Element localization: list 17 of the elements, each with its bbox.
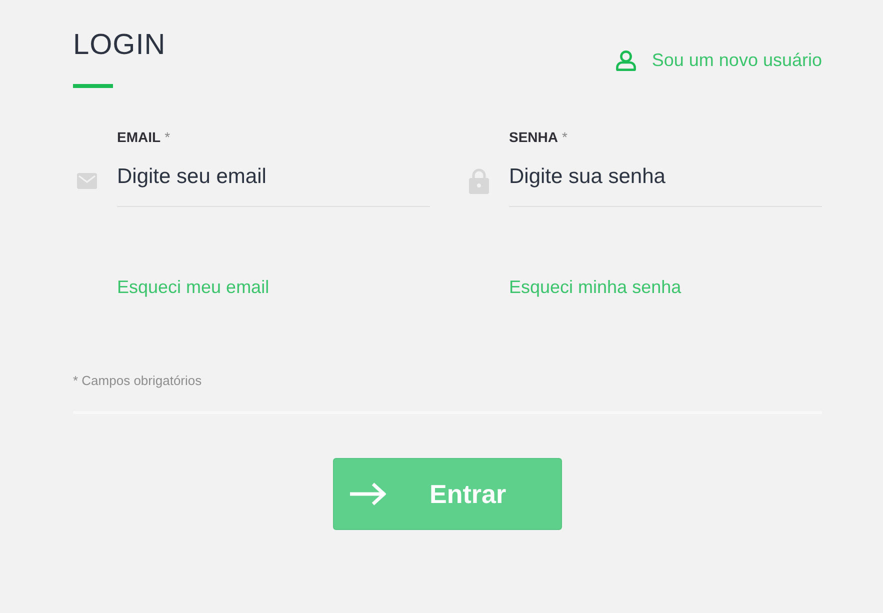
title-underline <box>73 84 113 88</box>
arrow-right-icon <box>348 482 386 506</box>
envelope-icon <box>77 173 97 189</box>
required-mark: * <box>164 128 170 146</box>
forgot-link[interactable]: Esqueci minha senha <box>509 276 682 298</box>
required-fields-note: * Campos obrigatórios <box>73 373 202 389</box>
user-icon <box>614 50 637 70</box>
field-label: EMAIL <box>117 128 161 146</box>
login-button[interactable]: Entrar <box>332 458 562 530</box>
lock-icon <box>469 168 489 194</box>
field-label: SENHA <box>509 128 558 146</box>
required-mark: * <box>562 128 568 146</box>
page-title: LOGIN <box>73 28 166 62</box>
email-field[interactable]: Digite seu email <box>117 155 430 207</box>
forgot-link[interactable]: Esqueci meu email <box>117 276 270 298</box>
new-user-link[interactable]: Sou um novo usuário <box>614 48 822 72</box>
password-field[interactable]: Digite sua senha <box>509 155 822 207</box>
